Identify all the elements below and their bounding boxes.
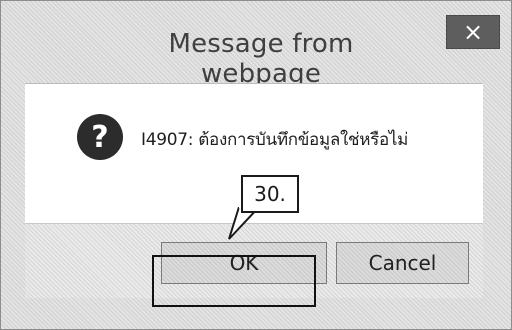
dialog-window: Message from webpage × ? I4907: ต้องการบ… <box>0 0 512 330</box>
dialog-title: Message from webpage <box>168 29 354 89</box>
annotation-highlight-box <box>152 255 316 307</box>
close-icon: × <box>462 18 484 46</box>
cancel-button[interactable]: Cancel <box>336 242 469 284</box>
dialog-message: I4907: ต้องการบันทึกข้อมูลใช่หรือไม่ <box>141 130 409 150</box>
dialog-titlebar: Message from webpage × <box>1 1 512 89</box>
question-icon: ? <box>77 114 123 160</box>
annotation-callout: 30. <box>241 175 299 213</box>
close-button[interactable]: × <box>446 15 500 49</box>
